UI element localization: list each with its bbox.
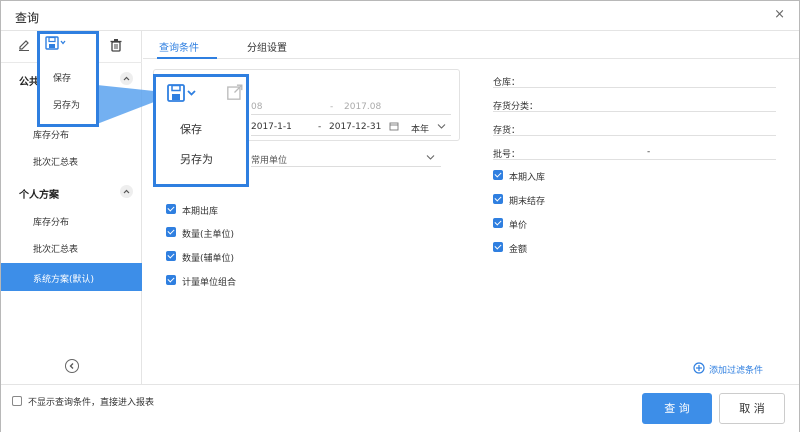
save-icon[interactable]	[167, 84, 199, 105]
export-icon[interactable]	[226, 84, 243, 104]
save-dropdown-menu-zoomed: 保存 另存为	[153, 74, 249, 187]
menu-item-save[interactable]: 保存	[53, 71, 71, 84]
save-dropdown-menu: 保存 另存为	[37, 31, 99, 127]
save-icon[interactable]	[45, 36, 67, 53]
query-dialog: 查询 × 公共方案 库存分布 批次	[0, 0, 800, 432]
menu-item-save-as[interactable]: 另存为	[180, 151, 213, 167]
menu-item-save[interactable]: 保存	[180, 121, 202, 137]
menu-item-save-as[interactable]: 另存为	[53, 98, 80, 111]
zoom-connector	[97, 85, 154, 124]
